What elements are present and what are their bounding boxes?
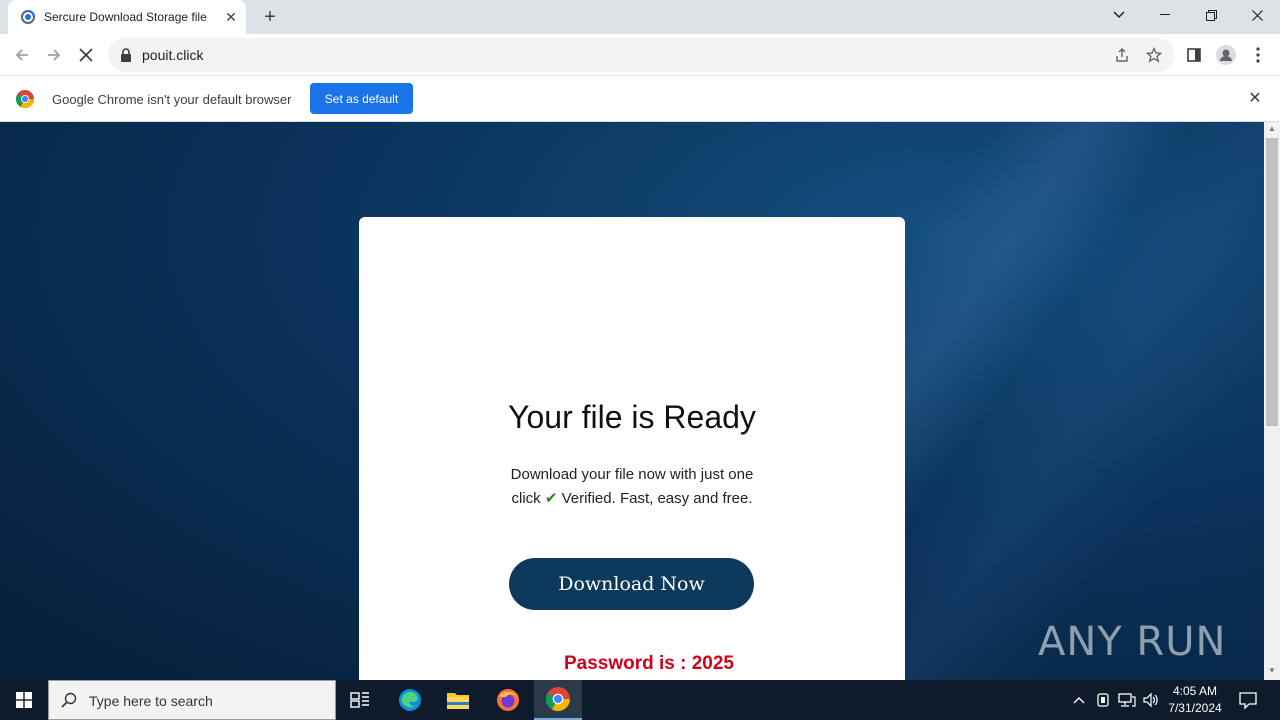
share-icon[interactable] [1113,46,1131,64]
page-viewport: Your file is Ready Download your file no… [0,122,1264,680]
default-browser-infobar: Google Chrome isn't your default browser… [0,77,1280,122]
download-card: Your file is Ready Download your file no… [359,217,905,680]
firefox-icon[interactable] [484,680,532,720]
stop-loading-button[interactable] [72,41,100,69]
infobar-close-icon[interactable]: ✕ [1246,90,1264,108]
set-as-default-button[interactable]: Set as default [310,83,413,114]
chrome-taskbar-icon[interactable] [534,680,582,720]
forward-button[interactable] [40,41,68,69]
browser-toolbar: pouit.click [0,34,1280,76]
network-icon[interactable] [1118,691,1136,709]
infobar-message: Google Chrome isn't your default browser [52,92,292,107]
search-placeholder: Type here to search [89,693,213,709]
tab-strip: Sercure Download Storage file ✕ + [0,0,1280,34]
description-line-2: Verified. Fast, easy and free. [561,490,753,507]
checkmark-icon: ✔ [544,490,558,507]
task-view-icon[interactable] [336,680,384,720]
tab-title: Sercure Download Storage file [44,10,207,24]
password-text: Password is : 2025 [563,653,735,674]
device-icon[interactable] [1094,691,1112,709]
new-tab-button[interactable]: + [258,5,282,29]
tab-close-icon[interactable]: ✕ [222,8,240,26]
restore-button[interactable] [1188,0,1234,30]
side-panel-icon[interactable] [1180,41,1208,69]
taskbar-clock[interactable]: 4:05 AM 7/31/2024 [1160,683,1230,717]
description-line-1: Download your file now with just one [510,466,754,483]
taskbar-search-box[interactable]: Type here to search [48,680,336,720]
profile-avatar-icon[interactable] [1212,41,1240,69]
windows-taskbar: Type here to search 4:05 AM 7/31/2024 [0,680,1280,720]
start-button[interactable] [0,680,48,720]
watermark-text: ANY RUN [1038,619,1227,665]
windows-logo-icon [16,692,32,708]
loading-favicon-icon [21,10,35,24]
scroll-up-arrow-icon[interactable]: ▲ [1264,124,1280,136]
file-explorer-icon[interactable] [434,680,482,720]
address-bar[interactable]: pouit.click [108,38,1174,72]
page-scrollbar[interactable]: ▲ ▼ [1264,122,1280,680]
scroll-thumb[interactable] [1266,138,1278,426]
lock-icon[interactable] [120,48,132,62]
back-button[interactable] [8,41,36,69]
page-description: Download your file now with just one cli… [492,463,772,511]
search-icon [61,692,77,708]
description-click: click [511,490,541,507]
page-title: Your file is Ready [508,399,756,435]
anyrun-watermark: ANY RUN [1038,612,1226,672]
notification-center-icon[interactable] [1238,690,1258,710]
minimize-button[interactable] [1142,0,1188,30]
tray-chevron-up-icon[interactable] [1070,691,1088,709]
menu-kebab-icon[interactable] [1244,41,1272,69]
download-now-button[interactable]: Download Now [509,558,754,610]
chrome-logo-icon [16,90,34,108]
clock-date: 7/31/2024 [1168,701,1222,715]
close-window-button[interactable] [1234,0,1280,30]
volume-icon[interactable] [1142,691,1160,709]
browser-tab[interactable]: Sercure Download Storage file ✕ [8,0,246,34]
clock-time: 4:05 AM [1172,684,1218,698]
bookmark-star-icon[interactable] [1145,46,1163,64]
url-text[interactable]: pouit.click [142,47,203,63]
tab-search-chevron-icon[interactable] [1096,0,1142,30]
edge-icon[interactable] [386,680,434,720]
scroll-down-arrow-icon[interactable]: ▼ [1264,666,1280,678]
